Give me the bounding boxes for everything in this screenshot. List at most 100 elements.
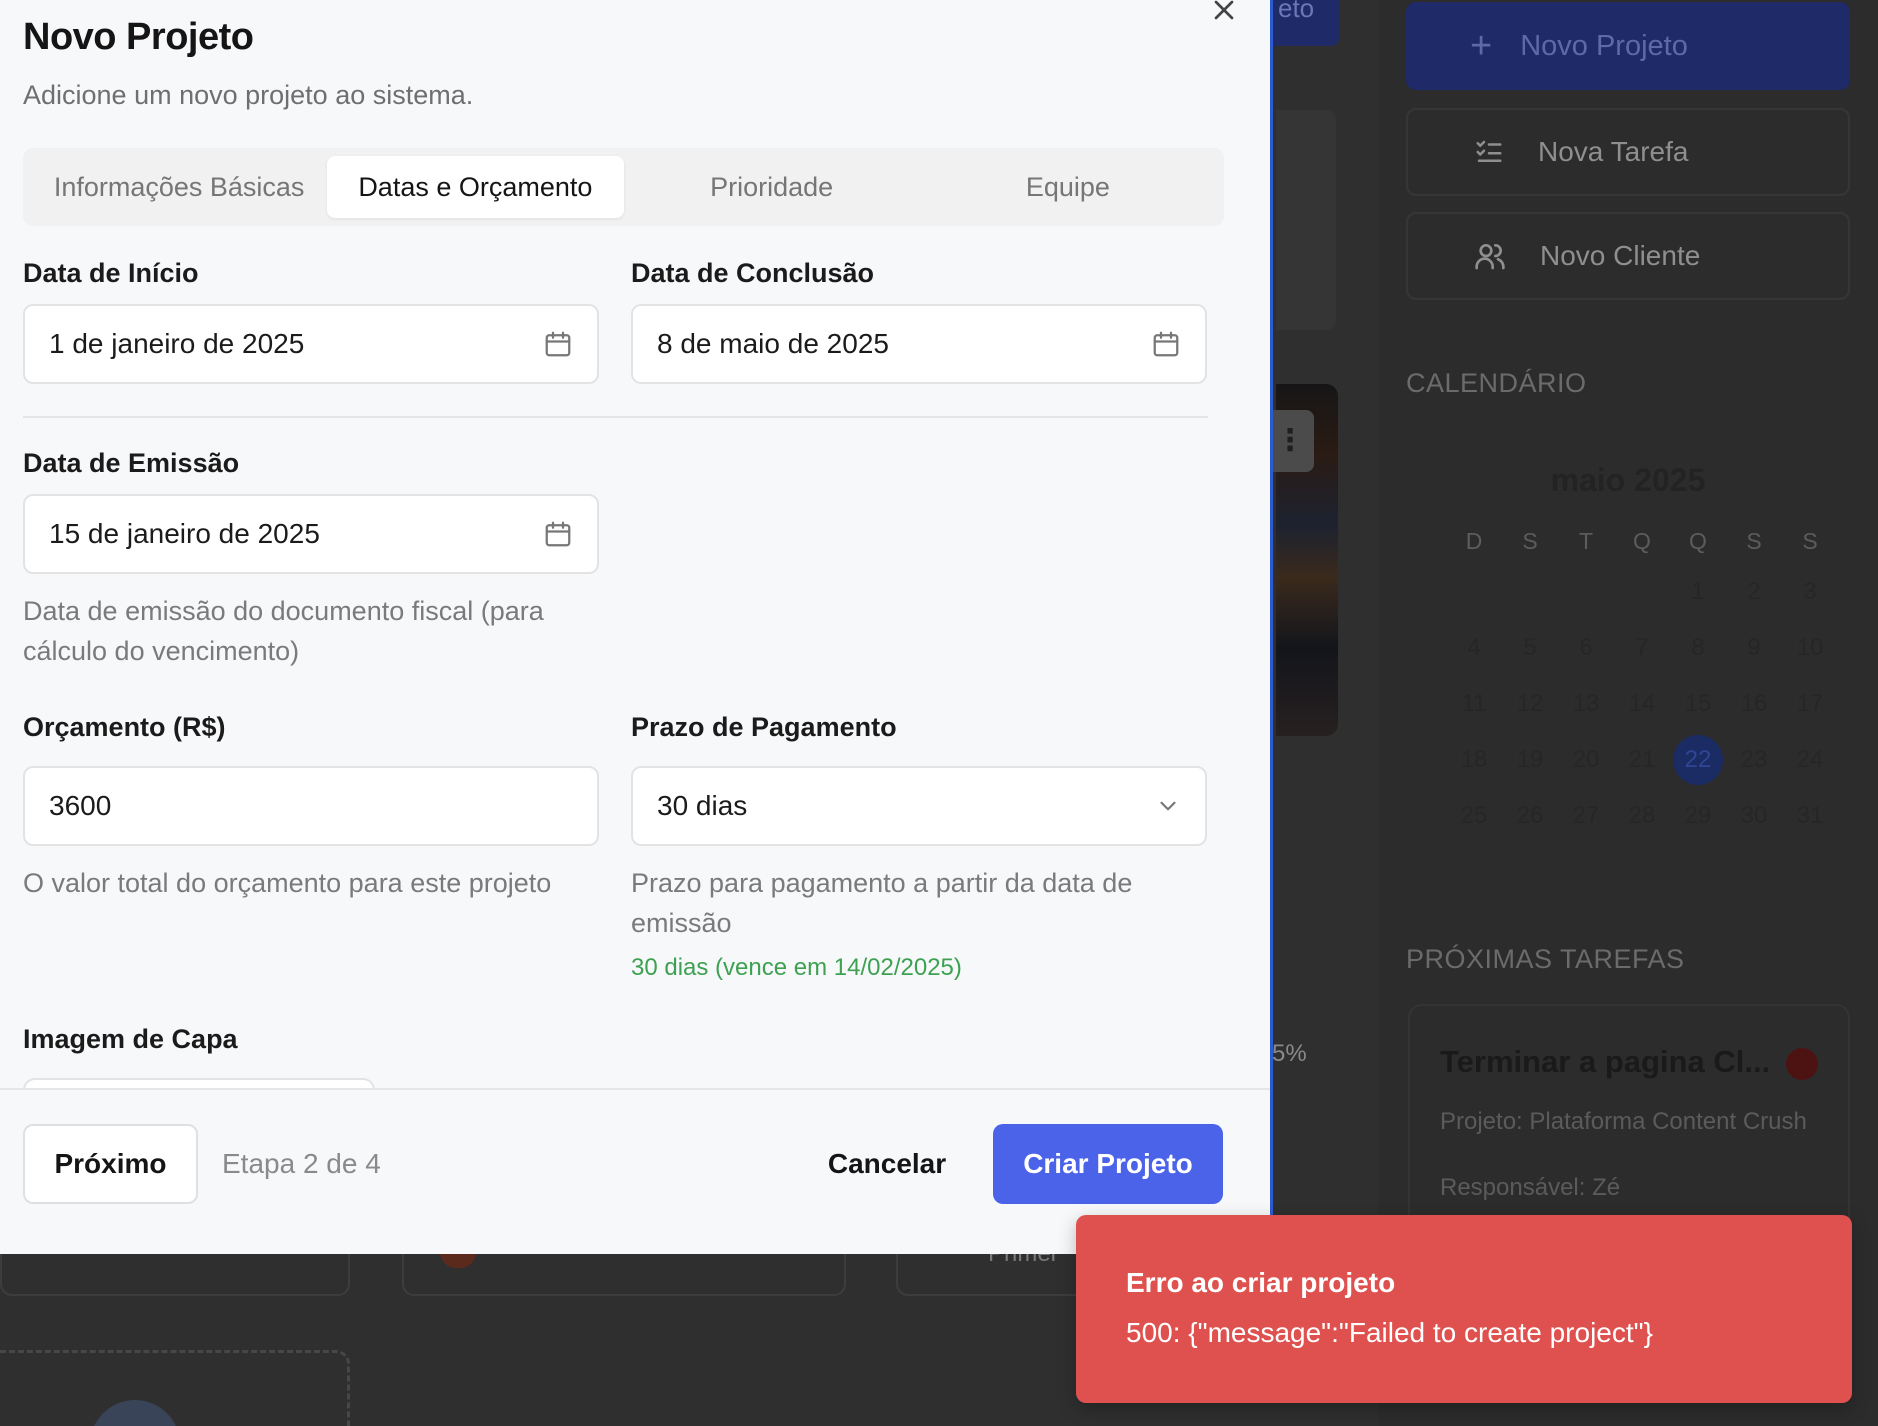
close-icon[interactable] <box>1208 0 1240 26</box>
budget-label: Orçamento (R$) <box>23 712 226 742</box>
calendar-day[interactable]: 5 <box>1502 620 1558 676</box>
tab-team[interactable]: Equipe <box>920 156 1216 218</box>
new-task-label: Nova Tarefa <box>1538 136 1689 167</box>
background-progress-text: 5% <box>1272 1040 1307 1067</box>
right-sidebar: + Novo Projeto Nova Tarefa Novo Cliente … <box>1378 0 1878 1426</box>
calendar-section-title: CALENDÁRIO <box>1406 368 1587 398</box>
tab-basic-info[interactable]: Informações Básicas <box>31 156 327 218</box>
calendar-day[interactable]: 10 <box>1782 620 1838 676</box>
priority-dot <box>1786 1048 1818 1080</box>
start-date-value: 1 de janeiro de 2025 <box>49 328 305 359</box>
start-date-label: Data de Início <box>23 258 199 288</box>
background-dropzone <box>0 1350 350 1426</box>
task-project: Projeto: Plataforma Content Crush <box>1440 1108 1807 1135</box>
new-client-label: Novo Cliente <box>1540 240 1701 271</box>
error-toast[interactable]: Erro ao criar projeto 500: {"message":"F… <box>1076 1215 1852 1403</box>
new-project-button[interactable]: + Novo Projeto <box>1406 2 1850 90</box>
calendar-weekday: S <box>1746 528 1762 554</box>
calendar-day[interactable]: 6 <box>1558 620 1614 676</box>
payment-term-select[interactable]: 30 dias <box>631 766 1207 846</box>
calendar-day[interactable]: 17 <box>1782 676 1838 732</box>
calendar-day[interactable]: 20 <box>1558 732 1614 788</box>
calendar-day[interactable]: 8 <box>1670 620 1726 676</box>
new-client-button[interactable]: Novo Cliente <box>1406 212 1850 300</box>
toast-message: 500: {"message":"Failed to create projec… <box>1126 1317 1653 1348</box>
task-title: Terminar a pagina Cl... <box>1440 1044 1771 1079</box>
calendar-day[interactable]: 23 <box>1726 732 1782 788</box>
next-button[interactable]: Próximo <box>23 1124 198 1204</box>
calendar-weekday: T <box>1578 528 1594 554</box>
calendar-day[interactable]: 27 <box>1558 788 1614 844</box>
calendar-weekday: D <box>1465 528 1483 554</box>
payment-term-value: 30 dias <box>657 790 748 821</box>
calendar-day[interactable]: 21 <box>1614 732 1670 788</box>
calendar-month: maio 2025 <box>1550 462 1706 498</box>
start-date-picker[interactable]: 1 de janeiro de 2025 <box>23 304 599 384</box>
calendar-day[interactable]: 9 <box>1726 620 1782 676</box>
tab-list: Informações Básicas Datas e Orçamento Pr… <box>23 148 1224 226</box>
calendar-day[interactable]: 26 <box>1502 788 1558 844</box>
calendar-day-selected[interactable]: 22 <box>1670 732 1726 788</box>
calendar-day[interactable]: 30 <box>1726 788 1782 844</box>
calendar-day[interactable]: 13 <box>1558 676 1614 732</box>
end-date-label: Data de Conclusão <box>631 258 875 288</box>
calendar-day[interactable]: 12 <box>1502 676 1558 732</box>
calendar-day[interactable]: 18 <box>1446 732 1502 788</box>
background-button-label: eto <box>1278 0 1315 23</box>
budget-input[interactable]: 3600 <box>23 766 599 846</box>
calendar-day[interactable]: 31 <box>1782 788 1838 844</box>
calendar-day[interactable]: 4 <box>1446 620 1502 676</box>
new-task-button[interactable]: Nova Tarefa <box>1406 108 1850 196</box>
plus-icon: + <box>1470 25 1493 67</box>
task-assignee: Responsável: Zé <box>1440 1174 1621 1201</box>
calendar-empty-cell <box>1614 564 1670 620</box>
calendar-icon <box>545 331 571 357</box>
calendar-day[interactable]: 15 <box>1670 676 1726 732</box>
tab-priority[interactable]: Prioridade <box>624 156 920 218</box>
calendar-weekday: Q <box>1689 528 1707 554</box>
more-options-icon: ⋮ <box>1266 410 1314 472</box>
payment-term-hint: Prazo para pagamento a partir da data de… <box>631 868 1133 938</box>
toast-title: Erro ao criar projeto <box>1126 1267 1396 1298</box>
issue-date-label: Data de Emissão <box>23 448 240 478</box>
calendar-empty-cell <box>1558 564 1614 620</box>
calendar-day[interactable]: 11 <box>1446 676 1502 732</box>
chevron-down-icon <box>1160 801 1176 811</box>
issue-date-hint: Data de emissão do documento fiscal (par… <box>23 596 544 666</box>
calendar-empty-cell <box>1446 564 1502 620</box>
calendar-weekday: Q <box>1633 528 1651 554</box>
dialog-title: Novo Projeto <box>23 16 254 58</box>
calendar-day[interactable]: 19 <box>1502 732 1558 788</box>
create-project-button[interactable]: Criar Projeto <box>993 1124 1223 1204</box>
due-date-note: 30 dias (vence em 14/02/2025) <box>631 954 962 981</box>
users-icon <box>1475 244 1505 270</box>
payment-term-label: Prazo de Pagamento <box>631 712 897 742</box>
end-date-picker[interactable]: 8 de maio de 2025 <box>631 304 1207 384</box>
cancel-button[interactable]: Cancelar <box>808 1124 966 1204</box>
budget-value: 3600 <box>49 790 112 821</box>
calendar-icon <box>1153 331 1179 357</box>
calendar-day[interactable]: 7 <box>1614 620 1670 676</box>
calendar-day[interactable]: 14 <box>1614 676 1670 732</box>
background-card <box>1276 110 1336 330</box>
calendar-icon <box>545 521 571 547</box>
tab-dates-budget[interactable]: Datas e Orçamento <box>327 156 624 218</box>
calendar-day[interactable]: 3 <box>1782 564 1838 620</box>
divider <box>23 416 1208 418</box>
calendar-day[interactable]: 28 <box>1614 788 1670 844</box>
step-indicator: Etapa 2 de 4 <box>222 1148 381 1179</box>
calendar-empty-cell <box>1502 564 1558 620</box>
upcoming-tasks-title: PRÓXIMAS TAREFAS <box>1406 944 1685 974</box>
task-list-icon <box>1476 140 1502 162</box>
calendar-day[interactable]: 24 <box>1782 732 1838 788</box>
dialog-description: Adicione um novo projeto ao sistema. <box>23 80 474 110</box>
calendar-day[interactable]: 25 <box>1446 788 1502 844</box>
calendar-weekday: S <box>1522 528 1538 554</box>
calendar-day[interactable]: 29 <box>1670 788 1726 844</box>
calendar-day[interactable]: 16 <box>1726 676 1782 732</box>
calendar-day[interactable]: 1 <box>1670 564 1726 620</box>
end-date-value: 8 de maio de 2025 <box>657 328 889 359</box>
calendar-day[interactable]: 2 <box>1726 564 1782 620</box>
issue-date-value: 15 de janeiro de 2025 <box>49 518 320 549</box>
issue-date-picker[interactable]: 15 de janeiro de 2025 <box>23 494 599 574</box>
